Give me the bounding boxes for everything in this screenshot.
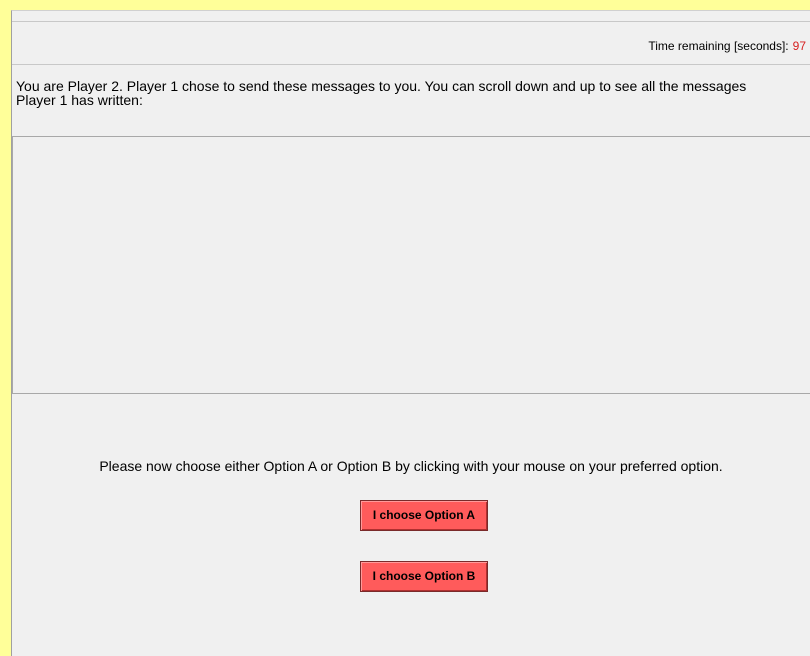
messages-scroll-area[interactable] xyxy=(12,136,810,394)
timer-label: Time remaining [seconds]: xyxy=(648,39,789,53)
instruction-text: You are Player 2. Player 1 chose to send… xyxy=(16,78,747,108)
choose-prompt: Please now choose either Option A or Opt… xyxy=(99,458,723,474)
window-frame: Time remaining [seconds]: 97 You are Play… xyxy=(0,0,810,656)
choose-option-a-button[interactable]: I choose Option A xyxy=(360,500,488,531)
time-remaining: Time remaining [seconds]: 97 xyxy=(648,39,806,53)
choose-option-b-button[interactable]: I choose Option B xyxy=(360,561,488,592)
experiment-screen: Time remaining [seconds]: 97 You are Play… xyxy=(11,10,810,656)
header-bar: Time remaining [seconds]: 97 xyxy=(12,21,810,65)
timer-value: 97 xyxy=(792,39,806,53)
